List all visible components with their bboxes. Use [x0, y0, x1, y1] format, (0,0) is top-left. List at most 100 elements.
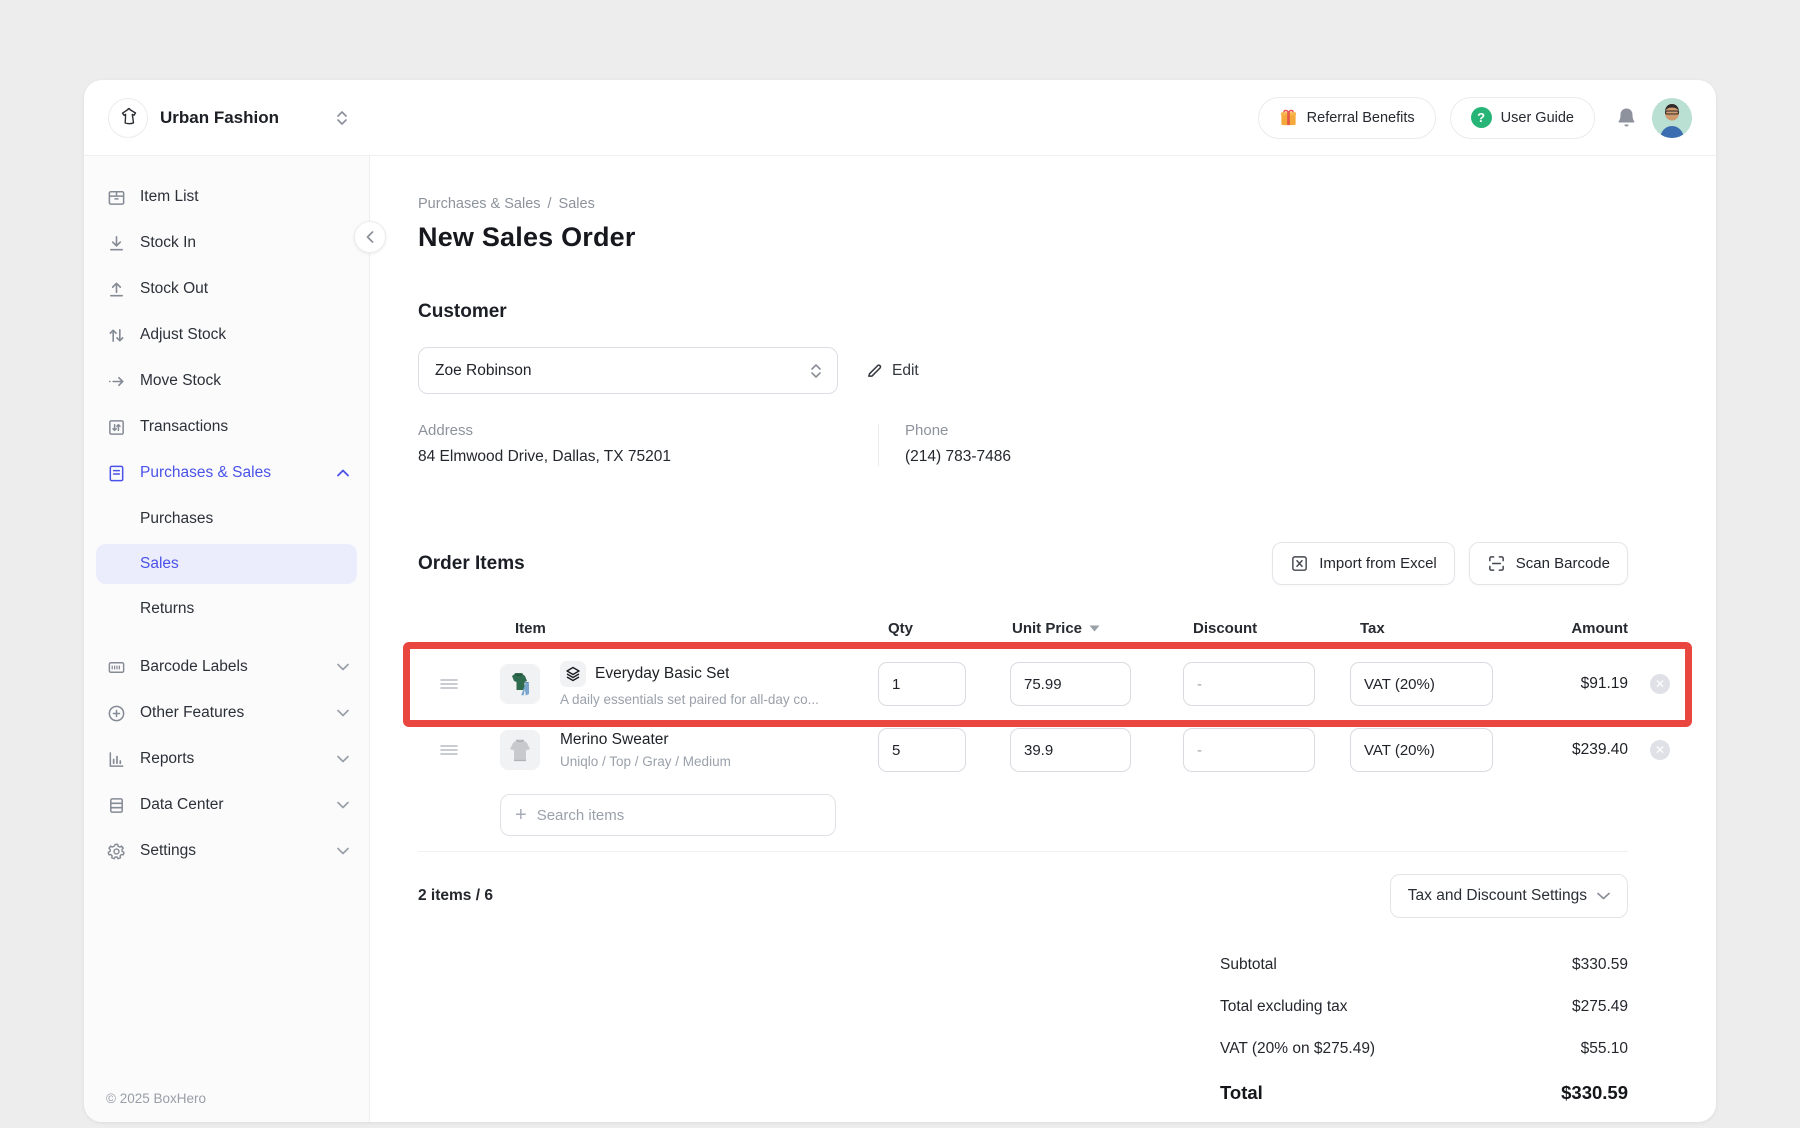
order-table-header: Item Qty Unit Price Discount Tax Amount [418, 599, 1628, 651]
customer-selected-value: Zoe Robinson [435, 362, 532, 380]
drag-handle[interactable] [418, 744, 500, 756]
item-subtitle: A daily essentials set paired for all-da… [560, 692, 866, 707]
edit-customer-button[interactable]: Edit [866, 362, 919, 380]
workspace-logo [108, 98, 148, 138]
order-item-row: Everyday Basic Set A daily essentials se… [418, 651, 1628, 717]
sidebar-item-adjust-stock[interactable]: Adjust Stock [84, 312, 369, 358]
box-icon [106, 187, 126, 207]
tax-discount-settings-button[interactable]: Tax and Discount Settings [1390, 874, 1628, 918]
chevron-up-icon [337, 469, 349, 477]
sidebar-item-other-features[interactable]: Other Features [84, 690, 369, 736]
bar-chart-icon [106, 749, 126, 769]
summary-label: VAT (20% on $275.49) [1220, 1040, 1375, 1058]
bundle-layers-icon [560, 661, 586, 687]
item-thumbnail [500, 664, 540, 704]
scan-barcode-label: Scan Barcode [1516, 555, 1610, 572]
breadcrumb-page[interactable]: Sales [559, 196, 595, 212]
tax-select[interactable]: VAT (20%) [1350, 662, 1493, 706]
chevron-down-icon [337, 663, 349, 671]
sidebar: Item List Stock In Stock Out Adjust Stoc… [84, 156, 370, 1122]
divider [418, 851, 1628, 852]
sidebar-item-reports[interactable]: Reports [84, 736, 369, 782]
remove-item-button[interactable]: ✕ [1640, 674, 1680, 694]
sidebar-label: Stock Out [140, 280, 208, 298]
sidebar-label: Settings [140, 842, 196, 860]
sidebar-collapse-button[interactable] [354, 221, 386, 253]
col-header-tax: Tax [1350, 620, 1493, 637]
unit-price-input[interactable] [1010, 728, 1131, 772]
sidebar-label: Move Stock [140, 372, 221, 390]
sidebar-label: Item List [140, 188, 199, 206]
plus-circle-icon [106, 703, 126, 723]
qty-input[interactable] [878, 662, 966, 706]
sidebar-item-transactions[interactable]: Transactions [84, 404, 369, 450]
tax-select[interactable]: VAT (20%) [1350, 728, 1493, 772]
topbar: Urban Fashion Referral Benefits ? User G… [84, 80, 1716, 156]
sidebar-label: Stock In [140, 234, 196, 252]
summary-row: Total excluding tax $275.49 [1220, 986, 1628, 1028]
import-from-excel-button[interactable]: Import from Excel [1272, 542, 1455, 585]
question-icon: ? [1471, 107, 1492, 128]
phone-label: Phone [905, 422, 1011, 439]
sidebar-label: Reports [140, 750, 194, 768]
col-header-unit-price[interactable]: Unit Price [1010, 620, 1131, 637]
search-items-box[interactable]: + [500, 794, 836, 836]
copyright-text: © 2025 BoxHero [106, 1091, 206, 1106]
col-header-discount: Discount [1183, 620, 1315, 637]
search-items-input[interactable] [537, 807, 821, 824]
sidebar-item-stock-out[interactable]: Stock Out [84, 266, 369, 312]
breadcrumb-separator: / [548, 196, 552, 212]
chevron-down-icon [337, 801, 349, 809]
referral-benefits-button[interactable]: Referral Benefits [1258, 97, 1436, 139]
sidebar-item-purchases[interactable]: Purchases [84, 496, 369, 542]
plus-icon: + [515, 805, 527, 825]
summary-row: Subtotal $330.59 [1220, 944, 1628, 986]
amount-value: $239.40 [1493, 741, 1628, 759]
sidebar-item-sales[interactable]: Sales [96, 544, 357, 584]
discount-input[interactable] [1183, 662, 1315, 706]
tax-value: VAT (20%) [1364, 742, 1435, 759]
total-label: Total [1220, 1082, 1263, 1104]
notifications-bell-icon[interactable] [1615, 106, 1638, 130]
select-arrows-icon [811, 364, 821, 378]
page-title: New Sales Order [418, 222, 1628, 253]
sidebar-item-purchases-sales[interactable]: Purchases & Sales [84, 450, 369, 496]
summary-value: $275.49 [1572, 998, 1628, 1016]
chevron-down-icon [337, 709, 349, 717]
sidebar-label: Sales [140, 555, 179, 573]
breadcrumb-section[interactable]: Purchases & Sales [418, 196, 541, 212]
workspace-switcher[interactable] [337, 111, 347, 125]
sidebar-item-settings[interactable]: Settings [84, 828, 369, 874]
scan-barcode-button[interactable]: Scan Barcode [1469, 542, 1628, 585]
user-guide-button[interactable]: ? User Guide [1450, 97, 1595, 139]
sidebar-item-data-center[interactable]: Data Center [84, 782, 369, 828]
sidebar-label: Purchases [140, 510, 213, 528]
tax-value: VAT (20%) [1364, 676, 1435, 693]
item-name: Everyday Basic Set [595, 665, 729, 683]
sidebar-spacer [84, 632, 369, 644]
discount-input[interactable] [1183, 728, 1315, 772]
unit-price-input[interactable] [1010, 662, 1131, 706]
customer-select[interactable]: Zoe Robinson [418, 347, 838, 394]
sidebar-item-stock-in[interactable]: Stock In [84, 220, 369, 266]
col-header-item: Item [418, 620, 866, 637]
sidebar-item-returns[interactable]: Returns [84, 586, 369, 632]
tshirt-hanger-icon [116, 106, 140, 130]
order-item-row: Merino Sweater Uniqlo / Top / Gray / Med… [418, 717, 1628, 783]
amount-value: $91.19 [1493, 675, 1628, 693]
remove-item-button[interactable]: ✕ [1640, 740, 1680, 760]
summary-total-row: Total $330.59 [1220, 1072, 1628, 1114]
workspace-name: Urban Fashion [160, 108, 279, 128]
item-name: Merino Sweater [560, 731, 669, 749]
sidebar-label: Barcode Labels [140, 658, 248, 676]
summary-value: $55.10 [1581, 1040, 1628, 1058]
document-icon [106, 463, 126, 483]
summary-label: Subtotal [1220, 956, 1277, 974]
sidebar-item-move-stock[interactable]: Move Stock [84, 358, 369, 404]
sidebar-item-item-list[interactable]: Item List [84, 174, 369, 220]
sidebar-label: Adjust Stock [140, 326, 226, 344]
qty-input[interactable] [878, 728, 966, 772]
sidebar-item-barcode-labels[interactable]: Barcode Labels [84, 644, 369, 690]
drag-handle[interactable] [418, 678, 500, 690]
user-avatar[interactable] [1652, 98, 1692, 138]
